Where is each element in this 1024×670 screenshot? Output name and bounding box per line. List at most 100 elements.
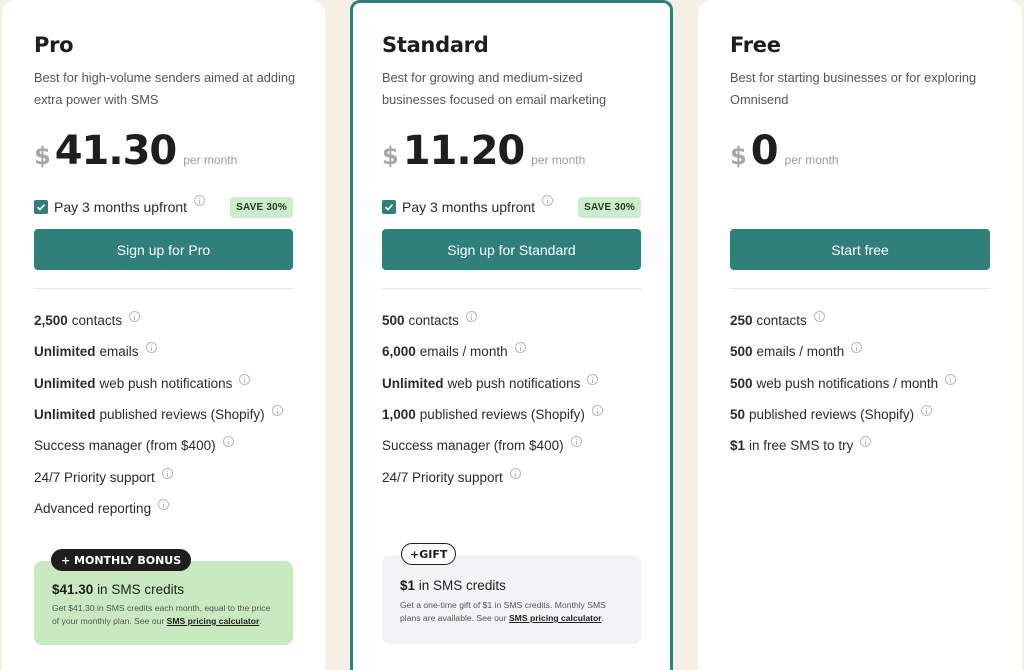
feature-text: Success manager (from $400) [382, 438, 564, 454]
plan-description: Best for high-volume senders aimed at ad… [34, 70, 296, 107]
feature-item: $1 in free SMS to try [730, 430, 990, 461]
feature-text: contacts [71, 313, 123, 329]
price: $ 0 per month [730, 128, 839, 174]
info-icon[interactable] [514, 342, 526, 354]
info-icon[interactable] [860, 436, 872, 448]
info-icon[interactable] [222, 436, 234, 448]
feature-text: 24/7 Priority support [382, 469, 503, 485]
save-badge: SAVE 30% [230, 197, 293, 218]
price-period: per month [183, 153, 238, 167]
feature-text: emails / month [756, 344, 845, 360]
currency-symbol: $ [730, 142, 747, 170]
feature-item: 24/7 Priority support [34, 461, 293, 492]
plan-name: Free [730, 33, 781, 57]
start-free-button[interactable]: Start free [730, 229, 990, 270]
feature-highlight: 1,000 [382, 407, 416, 423]
feature-text: published reviews (Shopify) [99, 407, 265, 423]
plan-card-pro: Pro Best for high-volume senders aimed a… [2, 0, 325, 670]
feature-item: 500 emails / month [730, 336, 990, 367]
sign-up-standard-button[interactable]: Sign up for Standard [382, 229, 641, 270]
pay-upfront-checkbox[interactable] [382, 200, 396, 214]
feature-item: 250 contacts [730, 305, 990, 336]
feature-highlight: Unlimited [34, 375, 96, 391]
bonus-title: $41.30 in SMS credits [52, 582, 185, 597]
feature-highlight: 6,000 [382, 344, 416, 360]
price: $ 41.30 per month [34, 128, 237, 174]
feature-highlight: 500 [382, 313, 405, 329]
info-icon[interactable] [542, 195, 553, 206]
price-period: per month [531, 153, 586, 167]
info-icon[interactable] [145, 342, 157, 354]
gift-text: Get a one-time gift of $1 in SMS credits… [400, 600, 606, 623]
pay-upfront-option: Pay 3 months upfront SAVE 30% [382, 195, 641, 218]
feature-highlight: 50 [730, 407, 746, 423]
feature-text: emails / month [419, 344, 508, 360]
price-amount: 11.20 [402, 128, 526, 174]
currency-symbol: $ [382, 142, 399, 170]
info-icon[interactable] [161, 467, 173, 479]
price-amount: 41.30 [54, 128, 178, 174]
feature-text: in free SMS to try [749, 438, 854, 454]
feature-item: 500 contacts [382, 305, 641, 336]
feature-item: 2,500 contacts [34, 305, 293, 336]
pay-upfront-label: Pay 3 months upfront [402, 199, 536, 215]
feature-item: Advanced reporting [34, 493, 293, 524]
info-icon[interactable] [158, 498, 170, 510]
feature-text: contacts [408, 313, 459, 329]
info-icon[interactable] [570, 436, 582, 448]
feature-item: 24/7 Priority support [382, 461, 641, 492]
feature-list: 2,500 contacts Unlimited emails Unlimited web… [34, 305, 293, 524]
divider [730, 288, 990, 289]
price-period: per month [784, 153, 839, 167]
save-badge: SAVE 30% [578, 197, 641, 218]
feature-item: 50 published reviews (Shopify) [730, 399, 990, 430]
feature-item: Unlimited published reviews (Shopify) [34, 399, 293, 430]
feature-text: Success manager (from $400) [34, 438, 216, 454]
feature-item: 1,000 published reviews (Shopify) [382, 399, 641, 430]
feature-item: 500 web push notifications / month [730, 368, 990, 399]
info-icon[interactable] [591, 405, 603, 417]
feature-text: web push notifications [447, 375, 581, 391]
feature-highlight: Unlimited [382, 375, 444, 391]
sign-up-pro-button[interactable]: Sign up for Pro [34, 229, 293, 270]
info-icon[interactable] [851, 342, 863, 354]
info-icon[interactable] [921, 405, 933, 417]
feature-highlight: Unlimited [34, 344, 96, 360]
monthly-bonus-box: $41.30 in SMS credits Get $41.30 in SMS … [34, 561, 293, 645]
price-amount: 0 [750, 128, 779, 174]
feature-highlight: 2,500 [34, 313, 68, 329]
gift-badge: +GIFT [401, 543, 457, 565]
feature-item: 6,000 emails / month [382, 336, 641, 367]
info-icon[interactable] [945, 373, 957, 385]
feature-highlight: 500 [730, 344, 753, 360]
sms-pricing-calculator-link[interactable]: SMS pricing calculator [509, 613, 602, 623]
plan-description: Best for starting businesses or for expl… [730, 70, 977, 107]
info-icon[interactable] [239, 373, 251, 385]
feature-text: web push notifications [99, 375, 233, 391]
info-icon[interactable] [271, 405, 283, 417]
pay-upfront-checkbox[interactable] [34, 200, 48, 214]
feature-item: Success manager (from $400) [382, 430, 641, 461]
plan-description: Best for growing and medium-sized busine… [382, 70, 607, 107]
info-icon[interactable] [813, 311, 825, 323]
divider [382, 288, 641, 289]
feature-text: web push notifications / month [756, 375, 939, 391]
feature-text: published reviews (Shopify) [749, 407, 915, 423]
info-icon[interactable] [129, 311, 141, 323]
info-icon[interactable] [509, 467, 521, 479]
sms-pricing-calculator-link[interactable]: SMS pricing calculator [167, 616, 260, 626]
info-icon[interactable] [194, 195, 205, 206]
feature-item: Unlimited web push notifications [382, 368, 641, 399]
gift-box: $1 in SMS credits Get a one-time gift of… [382, 555, 641, 644]
price: $ 11.20 per month [382, 128, 585, 174]
feature-text: published reviews (Shopify) [419, 407, 585, 423]
plan-name: Standard [382, 33, 489, 57]
plan-card-free: Free Best for starting businesses or for… [698, 0, 1022, 670]
info-icon[interactable] [587, 373, 599, 385]
feature-list: 500 contacts 6,000 emails / month Unlimited w… [382, 305, 641, 493]
feature-highlight: 250 [730, 313, 753, 329]
info-icon[interactable] [465, 311, 477, 323]
feature-text: contacts [756, 313, 807, 329]
feature-highlight: Unlimited [34, 407, 96, 423]
feature-text: Advanced reporting [34, 500, 152, 516]
